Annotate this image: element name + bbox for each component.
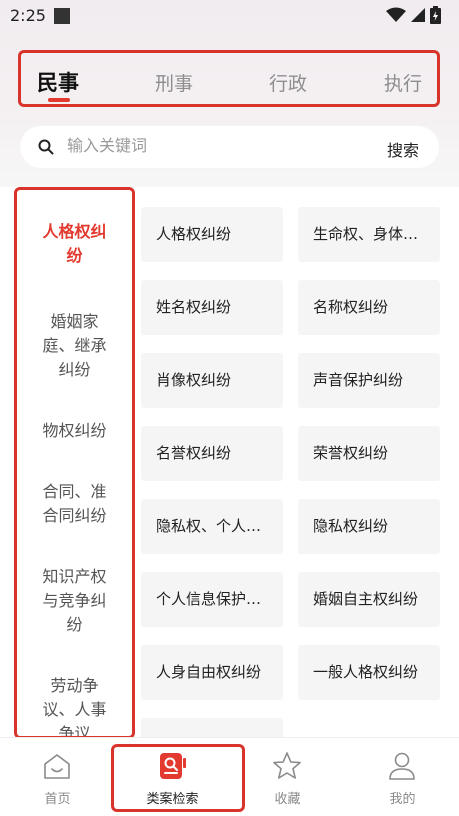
category-label-line: 议、人事 [42, 700, 107, 719]
case-search-icon [160, 753, 186, 779]
battery-icon [430, 6, 441, 24]
signal-icon [411, 8, 425, 22]
status-icons [386, 6, 441, 24]
status-bar: 2:25 [0, 0, 459, 34]
search-bar: 搜索 [20, 126, 439, 168]
content-area: 人格权纠 纷 婚姻家 庭、继承 纠纷 物权纠纷 合同、准 合同纠纷 知识产权 与… [0, 187, 459, 737]
category-ip-competition[interactable]: 知识产权 与竞争纠 纷 [17, 565, 132, 637]
dispute-item[interactable]: 一般人格权纠纷 [298, 645, 440, 700]
search-icon [38, 139, 54, 155]
dispute-item[interactable]: 人格权纠纷 [141, 207, 283, 262]
category-label-line: 争议 [58, 724, 91, 737]
category-property-rights[interactable]: 物权纠纷 [17, 419, 132, 443]
category-label-line: 劳动争 [50, 676, 99, 695]
category-personality-rights[interactable]: 人格权纠 纷 [17, 220, 132, 268]
tab-administrative[interactable]: 行政 [269, 69, 307, 96]
category-labor-personnel[interactable]: 劳动争 议、人事 争议 [17, 674, 132, 737]
notification-icon [54, 8, 70, 24]
category-label-line: 与竞争纠 [42, 591, 107, 610]
dispute-item[interactable]: 生命权、身体… [298, 207, 440, 262]
category-contract[interactable]: 合同、准 合同纠纷 [17, 480, 132, 528]
category-label-line: 纷 [66, 246, 83, 265]
nav-label: 收藏 [274, 792, 301, 807]
home-icon [44, 754, 70, 779]
dispute-item[interactable]: 肖像权纠纷 [141, 353, 283, 408]
dispute-item[interactable]: 荣誉权纠纷 [298, 426, 440, 481]
case-type-tabs: 民事 刑事 行政 执行 [18, 50, 440, 107]
category-label-line: 婚姻家 [50, 312, 99, 331]
dispute-item[interactable]: 婚姻自主权纠纷 [298, 572, 440, 627]
nav-home[interactable]: 首页 [0, 738, 115, 816]
dispute-item[interactable]: 姓名权纠纷 [141, 280, 283, 335]
tab-criminal[interactable]: 刑事 [155, 69, 193, 96]
category-marriage-family[interactable]: 婚姻家 庭、继承 纠纷 [17, 310, 132, 382]
search-input[interactable] [67, 136, 357, 155]
active-tab-indicator [48, 98, 70, 102]
nav-label: 类案检索 [146, 792, 199, 807]
category-label-line: 人格权纠 [42, 222, 107, 241]
status-time: 2:25 [10, 6, 46, 25]
tab-execution[interactable]: 执行 [384, 69, 422, 96]
bottom-nav: 首页 类案检索 收藏 我的 [0, 737, 459, 816]
nav-label: 我的 [389, 792, 416, 807]
dispute-item[interactable]: 名称权纠纷 [298, 280, 440, 335]
category-label-line: 知识产权 [42, 567, 107, 586]
dispute-item[interactable]: 名誉权纠纷 [141, 426, 283, 481]
search-button[interactable]: 搜索 [387, 137, 419, 161]
category-label-line: 物权纠纷 [42, 421, 107, 440]
dispute-item[interactable]: 个人信息保护… [141, 572, 283, 627]
category-sidebar: 人格权纠 纷 婚姻家 庭、继承 纠纷 物权纠纷 合同、准 合同纠纷 知识产权 与… [14, 187, 135, 737]
dispute-item[interactable]: 隐私权纠纷 [298, 499, 440, 554]
category-label-line: 庭、继承 [42, 336, 107, 355]
category-label-line: 合同、准 [42, 482, 107, 501]
nav-label: 首页 [44, 792, 71, 807]
category-label-line: 纷 [66, 615, 83, 634]
nav-favorites[interactable]: 收藏 [230, 738, 345, 816]
star-icon [273, 752, 301, 779]
wifi-icon [386, 7, 406, 22]
nav-profile[interactable]: 我的 [345, 738, 459, 816]
category-label-line: 纠纷 [58, 360, 91, 379]
dispute-item-partial[interactable] [141, 718, 283, 737]
dispute-item[interactable]: 隐私权、个人… [141, 499, 283, 554]
dispute-item[interactable]: 人身自由权纠纷 [141, 645, 283, 700]
dispute-item[interactable]: 声音保护纠纷 [298, 353, 440, 408]
category-label-line: 合同纠纷 [42, 506, 107, 525]
person-icon [389, 752, 415, 780]
nav-case-search[interactable]: 类案检索 [115, 738, 230, 816]
tab-civil[interactable]: 民事 [37, 67, 79, 97]
